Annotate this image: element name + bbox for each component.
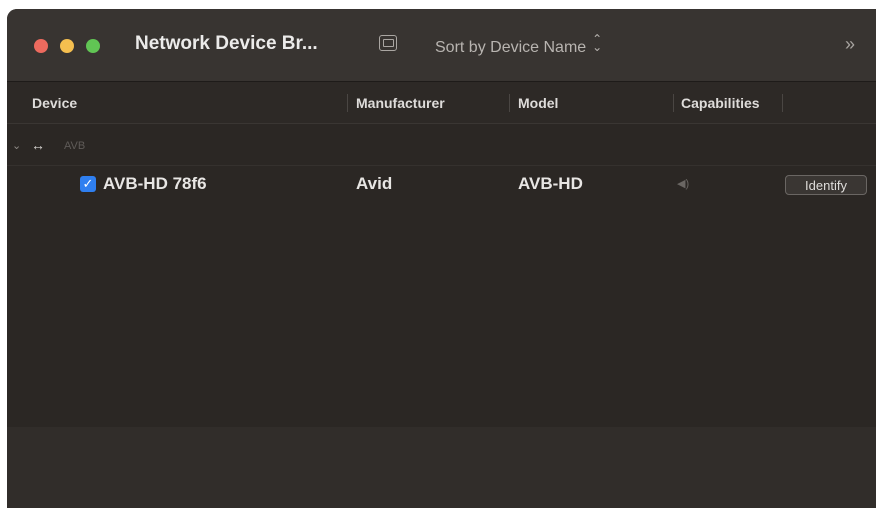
column-header-capabilities[interactable]: Capabilities	[681, 95, 760, 111]
group-label: AVB	[64, 140, 86, 152]
column-header-manufacturer[interactable]: Manufacturer	[356, 95, 445, 111]
column-header-model[interactable]: Model	[518, 95, 558, 111]
disclosure-chevron-icon[interactable]: ⌄	[12, 139, 21, 152]
column-divider[interactable]	[509, 94, 510, 112]
sort-label: Sort by Device Name	[435, 39, 587, 56]
network-arrows-icon: ↔	[31, 137, 45, 153]
table-header: Device Manufacturer Model Capabilities	[7, 82, 876, 124]
column-divider[interactable]	[782, 94, 783, 112]
titlebar: Network Device Br... Sort by Device Name…	[7, 9, 876, 82]
column-header-device[interactable]: Device	[32, 95, 77, 111]
window-title: Network Device Br...	[135, 33, 318, 54]
device-name: AVB-HD 78f6	[103, 174, 207, 193]
sidebar-toggle-icon[interactable]	[379, 35, 397, 51]
device-manufacturer: Avid	[356, 174, 393, 193]
column-divider[interactable]	[673, 94, 674, 112]
device-model: AVB-HD	[518, 174, 583, 193]
toolbar-overflow-icon[interactable]: »	[845, 34, 855, 55]
identify-button[interactable]: Identify	[785, 175, 867, 195]
empty-list-area	[7, 427, 876, 508]
table-row[interactable]: ✓ AVB-HD 78f6 Avid AVB-HD ◀) Identify	[7, 169, 876, 201]
speaker-icon: ◀)	[677, 178, 690, 190]
app-window: Network Device Br... Sort by Device Name…	[7, 9, 876, 508]
column-divider[interactable]	[347, 94, 348, 112]
device-enabled-checkbox[interactable]: ✓	[80, 176, 96, 192]
sort-menu-button[interactable]: Sort by Device Name ⌃ ⌄	[435, 32, 603, 57]
zoom-window-button[interactable]	[86, 39, 100, 53]
minimize-window-button[interactable]	[60, 39, 74, 53]
close-window-button[interactable]	[34, 39, 48, 53]
updown-chevron-icon: ⌃ ⌄	[592, 32, 603, 54]
device-group-avb[interactable]: ⌄ ↔ AVB	[7, 133, 876, 166]
